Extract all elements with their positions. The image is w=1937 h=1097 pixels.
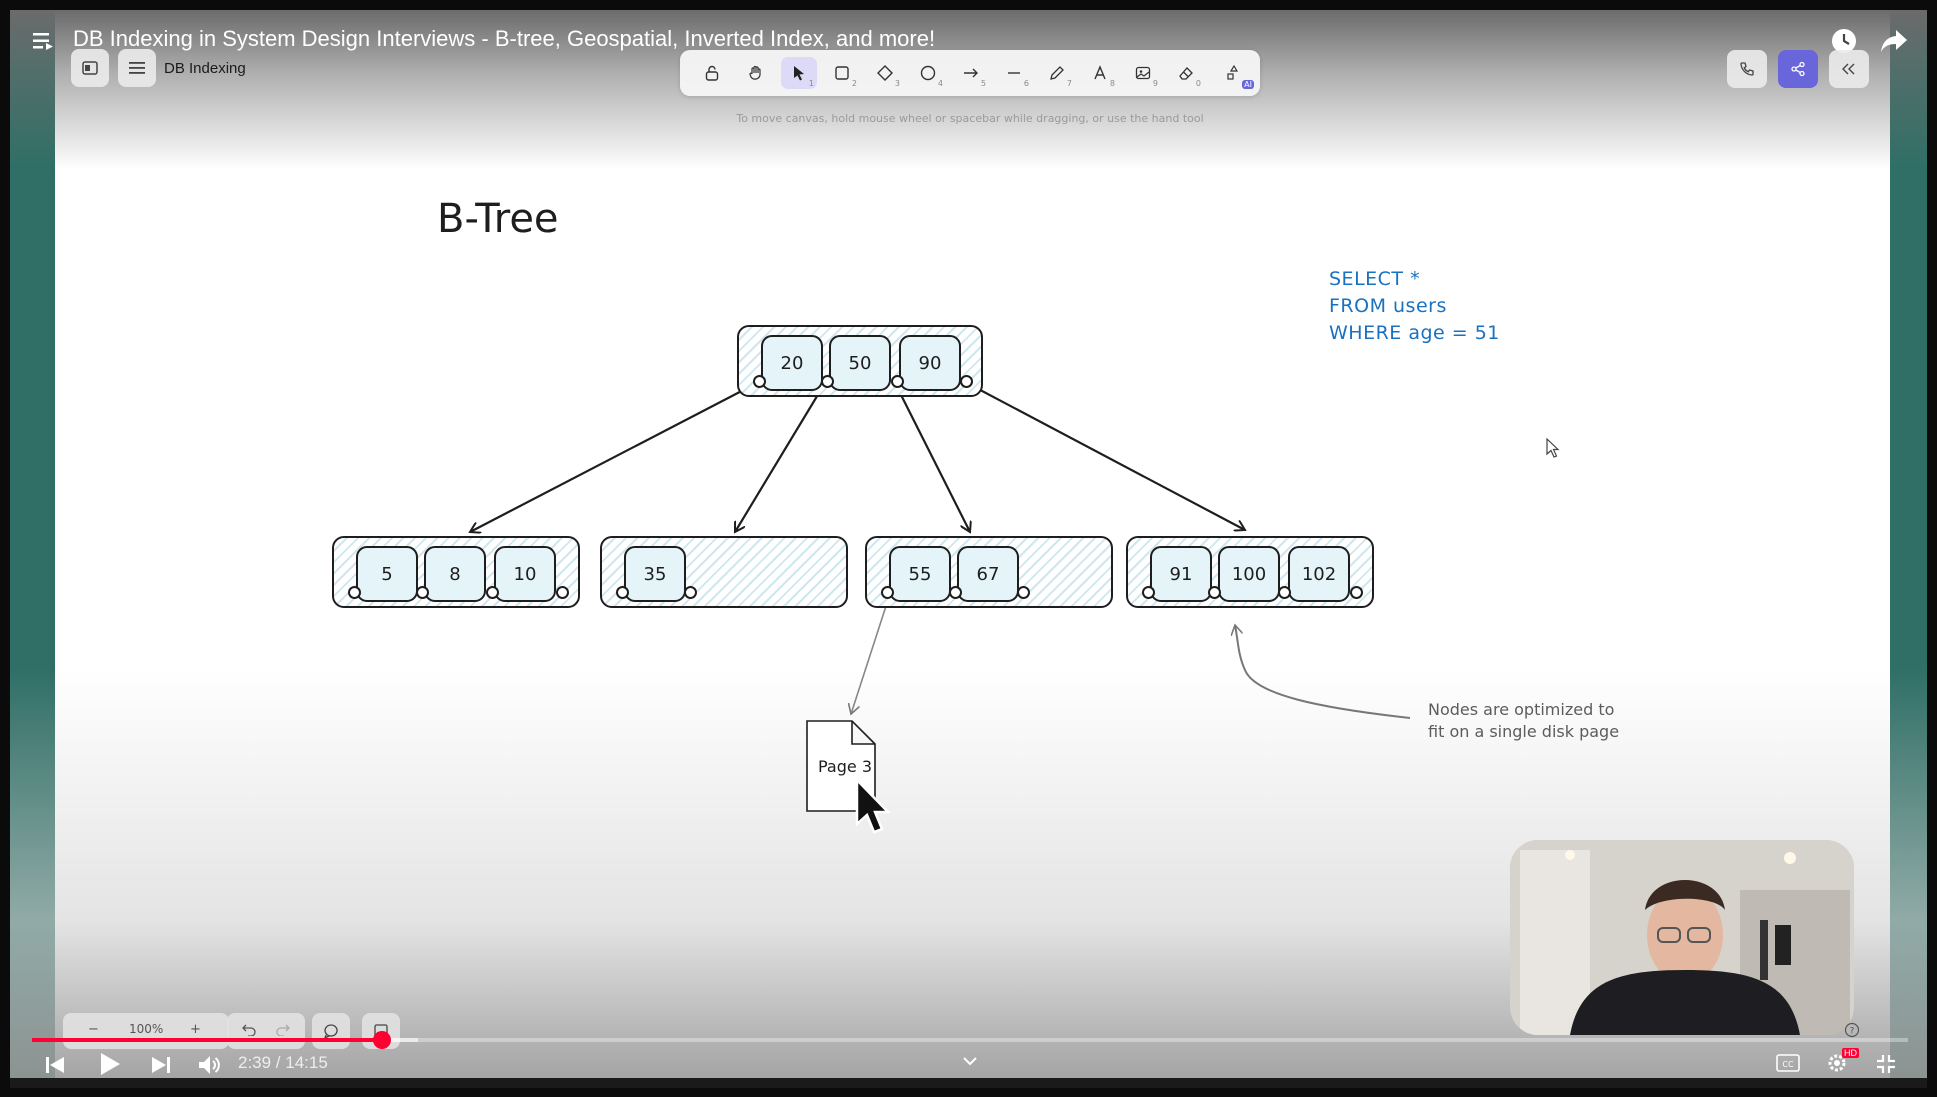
redo-icon[interactable] (276, 1024, 290, 1036)
child-pointer-dot (486, 586, 499, 599)
child-pointer-dot (1142, 586, 1155, 599)
next-icon[interactable] (151, 1056, 171, 1074)
progress-played (32, 1038, 382, 1042)
volume-icon[interactable] (198, 1055, 222, 1075)
chat-bubble-icon (323, 1024, 338, 1039)
btree-key: 100 (1218, 546, 1280, 602)
window-bottom-edge (10, 1078, 1927, 1088)
hd-badge: HD (1842, 1048, 1859, 1058)
mouse-cursor-icon (855, 778, 891, 834)
btree-root-node[interactable]: 20 50 90 (737, 325, 983, 397)
btree-key: 102 (1288, 546, 1350, 602)
zoom-in-button[interactable]: + (190, 1022, 201, 1037)
zoom-out-button[interactable]: − (88, 1022, 99, 1037)
zoom-level[interactable]: 100% (129, 1022, 163, 1036)
btree-leaf-node[interactable]: 5 8 10 (332, 536, 580, 608)
child-pointer-dot (416, 586, 429, 599)
child-pointer-dot (1278, 586, 1291, 599)
child-pointer-dot (881, 586, 894, 599)
btree-key: 50 (829, 335, 891, 391)
btree-key: 90 (899, 335, 961, 391)
page-arrow (851, 602, 888, 714)
btree-key: 55 (889, 546, 951, 602)
child-pointer-dot (1017, 586, 1030, 599)
child-pointer-dot (753, 375, 766, 388)
child-pointer-dot (960, 375, 973, 388)
child-pointer-dot (1208, 586, 1221, 599)
page-label: Page 3 (818, 757, 872, 776)
chevron-down-icon[interactable] (962, 1056, 978, 1066)
exit-fullscreen-icon[interactable] (1876, 1054, 1896, 1074)
btree-key: 67 (957, 546, 1019, 602)
mouse-cursor-icon (1546, 438, 1560, 458)
btree-key: 35 (624, 546, 686, 602)
time-display: 2:39 / 14:15 (238, 1053, 328, 1072)
btree-leaf-node[interactable]: 91 100 102 (1126, 536, 1374, 608)
btree-key: 8 (424, 546, 486, 602)
settings-button[interactable]: HD (1826, 1048, 1859, 1076)
btree-key: 91 (1150, 546, 1212, 602)
play-icon[interactable] (99, 1052, 121, 1076)
note-arrow (1235, 625, 1411, 719)
btree-leaf-node[interactable]: 35 (600, 536, 848, 608)
child-pointer-dot (821, 375, 834, 388)
pointer-arrow (966, 382, 1245, 530)
child-pointer-dot (891, 375, 904, 388)
btree-key: 5 (356, 546, 418, 602)
presenter-camera-image (1510, 840, 1854, 1035)
btree-key: 20 (761, 335, 823, 391)
svg-text:?: ? (1850, 1027, 1855, 1037)
svg-text:CC: CC (1782, 1060, 1794, 1069)
webcam-overlay (1510, 840, 1854, 1035)
pointer-arrow (470, 382, 758, 532)
child-pointer-dot (348, 586, 361, 599)
btree-leaf-node[interactable]: 55 67 (865, 536, 1113, 608)
scrubber-handle[interactable] (373, 1031, 391, 1049)
history-controls (227, 1013, 305, 1049)
btree-key: 10 (494, 546, 556, 602)
undo-icon[interactable] (242, 1024, 256, 1036)
comment-button[interactable] (312, 1013, 350, 1049)
child-pointer-dot (949, 586, 962, 599)
child-pointer-dot (684, 586, 697, 599)
child-pointer-dot (556, 586, 569, 599)
zoom-controls: − 100% + (63, 1013, 229, 1049)
pointer-arrow (894, 382, 970, 532)
pointer-arrow (735, 382, 826, 532)
child-pointer-dot (616, 586, 629, 599)
captions-icon[interactable]: CC (1776, 1054, 1800, 1072)
child-pointer-dot (1350, 586, 1363, 599)
previous-icon[interactable] (45, 1056, 65, 1074)
help-icon[interactable]: ? (1844, 1022, 1860, 1038)
